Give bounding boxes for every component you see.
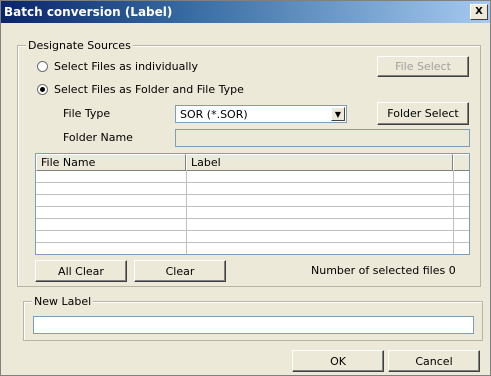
title-bar[interactable]: Batch conversion (Label) X bbox=[1, 1, 490, 23]
selected-files-count: Number of selected files 0 bbox=[311, 264, 456, 277]
file-type-value: SOR (*.SOR) bbox=[180, 107, 248, 121]
radio-individual[interactable] bbox=[37, 61, 48, 72]
file-table[interactable]: File Name Label bbox=[35, 153, 470, 255]
batch-conversion-dialog: Batch conversion (Label) X Designate Sou… bbox=[0, 0, 491, 376]
file-select-button[interactable]: File Select bbox=[377, 56, 469, 77]
chevron-down-icon[interactable]: ▼ bbox=[331, 107, 345, 121]
table-row[interactable] bbox=[36, 231, 469, 243]
table-row[interactable] bbox=[36, 195, 469, 207]
table-header: File Name Label bbox=[36, 154, 469, 171]
column-header-label[interactable]: Label bbox=[186, 154, 453, 171]
folder-name-label: Folder Name bbox=[63, 131, 133, 144]
new-label-legend: New Label bbox=[32, 295, 94, 308]
ok-button[interactable]: OK bbox=[292, 350, 384, 372]
file-type-label: File Type bbox=[63, 107, 111, 120]
radio-folder-label: Select Files as Folder and File Type bbox=[54, 83, 244, 96]
column-header-spacer bbox=[453, 154, 469, 171]
designate-sources-legend: Designate Sources bbox=[26, 39, 133, 52]
folder-name-field[interactable] bbox=[175, 129, 470, 147]
folder-select-button[interactable]: Folder Select bbox=[377, 102, 469, 125]
clear-button[interactable]: Clear bbox=[134, 260, 226, 282]
table-row[interactable] bbox=[36, 219, 469, 231]
all-clear-button[interactable]: All Clear bbox=[35, 260, 127, 282]
table-row[interactable] bbox=[36, 243, 469, 254]
cancel-button[interactable]: Cancel bbox=[388, 350, 480, 372]
radio-folder-row[interactable]: Select Files as Folder and File Type bbox=[37, 83, 244, 96]
table-row[interactable] bbox=[36, 183, 469, 195]
radio-individual-row[interactable]: Select Files as individually bbox=[37, 60, 198, 73]
radio-individual-label: Select Files as individually bbox=[54, 60, 198, 73]
new-label-field[interactable] bbox=[33, 316, 474, 334]
window-title: Batch conversion (Label) bbox=[4, 5, 173, 19]
table-row[interactable] bbox=[36, 207, 469, 219]
column-header-file-name[interactable]: File Name bbox=[36, 154, 186, 171]
close-button[interactable]: X bbox=[470, 4, 488, 20]
radio-folder[interactable] bbox=[37, 84, 48, 95]
file-type-dropdown[interactable]: SOR (*.SOR) ▼ bbox=[175, 105, 347, 123]
table-row[interactable] bbox=[36, 171, 469, 183]
